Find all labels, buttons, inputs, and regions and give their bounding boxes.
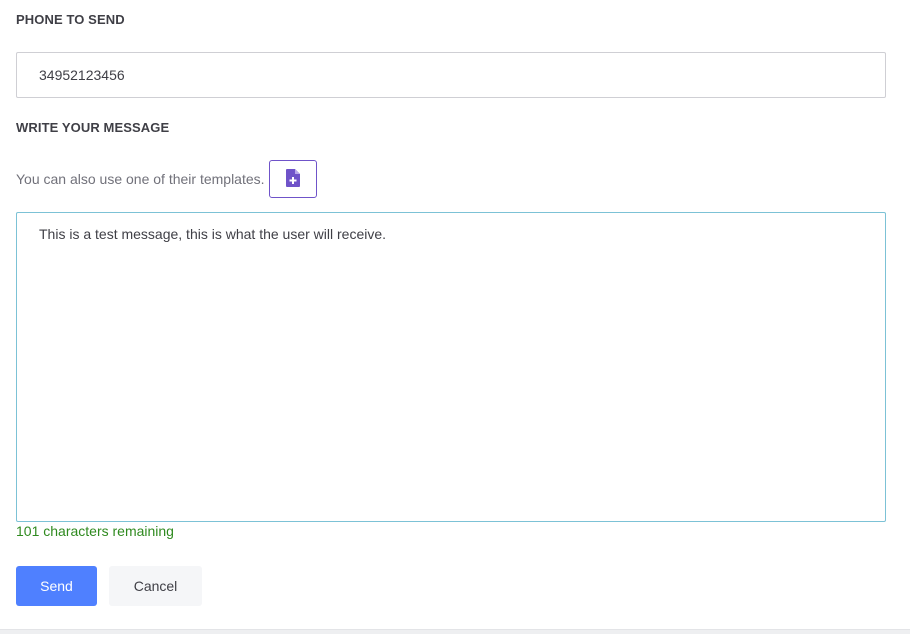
file-plus-icon (285, 168, 300, 190)
phone-input[interactable] (16, 52, 886, 98)
send-sms-form: PHONE TO SEND WRITE YOUR MESSAGE You can… (0, 0, 910, 634)
phone-label: PHONE TO SEND (16, 12, 125, 27)
templates-row: You can also use one of their templates. (16, 160, 317, 198)
message-label: WRITE YOUR MESSAGE (16, 120, 170, 135)
message-textarea[interactable]: This is a test message, this is what the… (16, 212, 886, 522)
send-button[interactable]: Send (16, 566, 97, 606)
templates-hint: You can also use one of their templates. (16, 171, 265, 187)
insert-template-button[interactable] (268, 160, 317, 198)
characters-remaining-counter: 101 characters remaining (16, 523, 174, 539)
bottom-divider (0, 629, 910, 634)
cancel-button[interactable]: Cancel (109, 566, 202, 606)
